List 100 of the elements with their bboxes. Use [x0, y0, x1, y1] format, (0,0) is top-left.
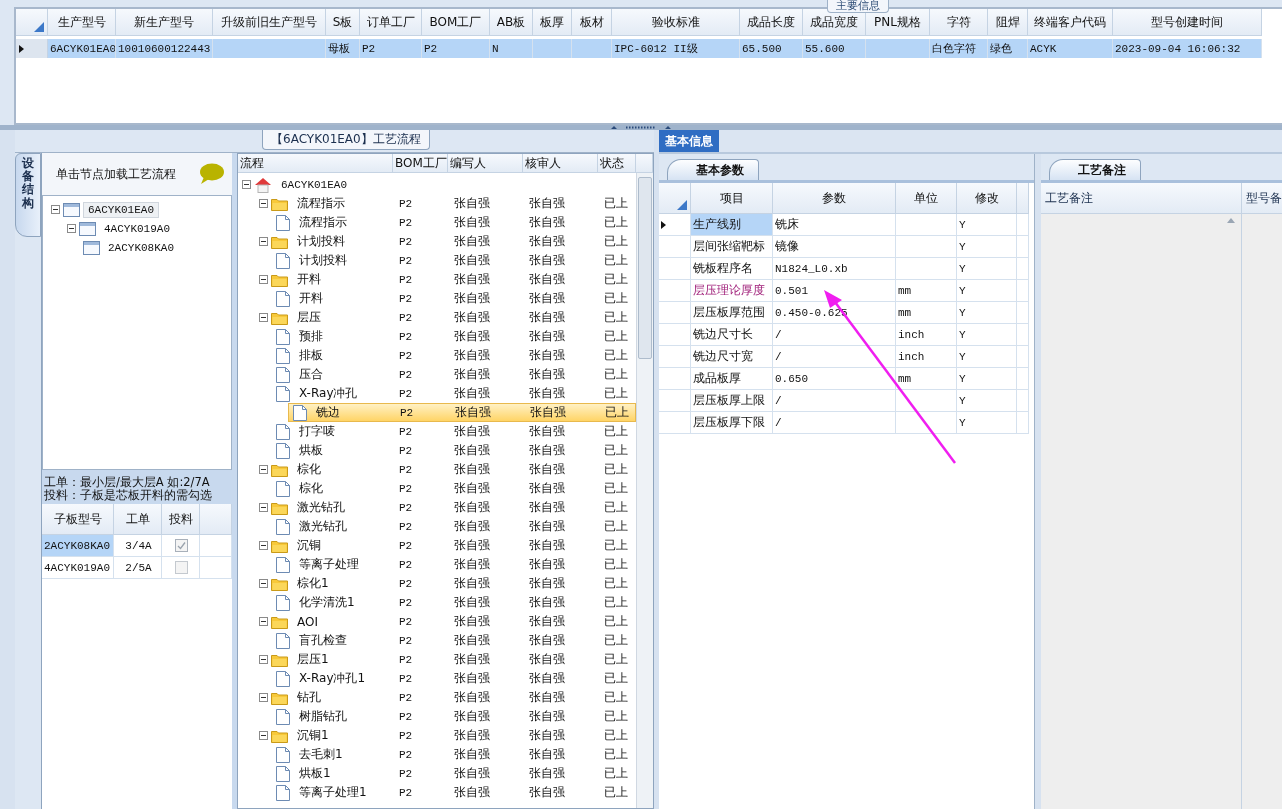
tree-node[interactable]: 4ACYK019A0 — [99, 220, 175, 237]
collapse-icon[interactable] — [259, 731, 268, 740]
column-header[interactable]: 字符 — [930, 9, 988, 36]
tree-row[interactable]: 6ACYK01EA0 — [238, 175, 636, 194]
document-icon — [276, 385, 290, 402]
tree-row[interactable]: 化学清洗1 P2 张自强 张自强 已上 — [238, 593, 636, 612]
collapse-icon[interactable] — [51, 205, 60, 214]
status-text: 已上 — [603, 499, 629, 516]
column-header[interactable]: 成品长度 — [740, 9, 803, 36]
tree-row[interactable]: 沉铜 P2 张自强 张自强 已上 — [238, 536, 636, 555]
scrollbar[interactable] — [636, 173, 653, 808]
tree-row[interactable]: 开料 P2 张自强 张自强 已上 — [238, 289, 636, 308]
collapse-icon[interactable] — [259, 465, 268, 474]
tree-row[interactable]: 等离子处理 P2 张自强 张自强 已上 — [238, 555, 636, 574]
tree-row[interactable]: 烘板1 P2 张自强 张自强 已上 — [238, 764, 636, 783]
tree-row[interactable]: 激光钻孔 P2 张自强 张自强 已上 — [238, 498, 636, 517]
tree-row[interactable]: 流程指示 P2 张自强 张自强 已上 — [238, 213, 636, 232]
side-tab[interactable]: 设备结构 — [15, 153, 41, 237]
column-header[interactable]: 编写人 — [448, 154, 523, 173]
tree-row[interactable]: X-Ray冲孔 P2 张自强 张自强 已上 — [238, 384, 636, 403]
tree-row[interactable]: X-Ray冲孔1 P2 张自强 张自强 已上 — [238, 669, 636, 688]
tree-node[interactable]: 6ACYK01EA0 — [83, 201, 159, 218]
tree-row[interactable]: 排板 P2 张自强 张自强 已上 — [238, 346, 636, 365]
tree-row[interactable]: 钻孔 P2 张自强 张自强 已上 — [238, 688, 636, 707]
column-header[interactable]: 板材 — [572, 9, 612, 36]
column-header[interactable]: 项目 — [691, 183, 773, 214]
column-header[interactable]: 验收标准 — [612, 9, 740, 36]
tree-row[interactable]: 棕化1 P2 张自强 张自强 已上 — [238, 574, 636, 593]
column-header[interactable]: AB板 — [490, 9, 533, 36]
tree-row[interactable]: 压合 P2 张自强 张自强 已上 — [238, 365, 636, 384]
column-header[interactable]: 订单工厂 — [360, 9, 422, 36]
column-header[interactable]: 工单 — [114, 504, 162, 535]
tree-row[interactable]: 开料 P2 张自强 张自强 已上 — [238, 270, 636, 289]
tab[interactable]: 基本参数 — [667, 159, 759, 180]
tree-row[interactable]: 打字唛 P2 张自强 张自强 已上 — [238, 422, 636, 441]
collapse-icon[interactable] — [259, 655, 268, 664]
tree-row[interactable]: 沉铜1 P2 张自强 张自强 已上 — [238, 726, 636, 745]
collapse-icon[interactable] — [67, 224, 76, 233]
tree-row[interactable]: 层压1 P2 张自强 张自强 已上 — [238, 650, 636, 669]
status-text: 已上 — [603, 765, 629, 782]
tree-row[interactable]: 盲孔检查 P2 张自强 张自强 已上 — [238, 631, 636, 650]
tree-row[interactable]: AOI P2 张自强 张自强 已上 — [238, 612, 636, 631]
collapse-icon[interactable] — [259, 693, 268, 702]
column-header[interactable]: 生产型号 — [48, 9, 116, 36]
column-header[interactable]: 修改 — [957, 183, 1017, 214]
collapse-icon[interactable] — [259, 199, 268, 208]
folder-icon — [271, 462, 288, 477]
collapse-icon[interactable] — [259, 617, 268, 626]
column-header[interactable]: 核审人 — [523, 154, 598, 173]
tree-row[interactable]: 激光钻孔 P2 张自强 张自强 已上 — [238, 517, 636, 536]
column-header[interactable]: 板厚 — [533, 9, 572, 36]
column-header[interactable]: 终端客户代码 — [1028, 9, 1113, 36]
collapse-icon[interactable] — [259, 541, 268, 550]
splitter-grip-icon[interactable] — [611, 125, 671, 130]
tree-row[interactable]: 树脂钻孔 P2 张自强 张自强 已上 — [238, 707, 636, 726]
bom-factory: P2 — [398, 672, 414, 685]
tree-row[interactable]: 棕化 P2 张自强 张自强 已上 — [238, 479, 636, 498]
tree-row[interactable]: 去毛刺1 P2 张自强 张自强 已上 — [238, 745, 636, 764]
column-header[interactable]: BOM工厂 — [393, 154, 448, 173]
tree-row[interactable]: 计划投料 P2 张自强 张自强 已上 — [238, 232, 636, 251]
status-text: 已上 — [603, 480, 629, 497]
tree-row[interactable]: 层压 P2 张自强 张自强 已上 — [238, 308, 636, 327]
collapse-icon[interactable] — [242, 180, 251, 189]
tree-node[interactable]: 2ACYK08KA0 — [103, 239, 179, 256]
column-header[interactable]: 状态 — [598, 154, 636, 173]
tree-row[interactable]: 计划投料 P2 张自强 张自强 已上 — [238, 251, 636, 270]
folder-icon — [271, 652, 288, 667]
tree-row[interactable]: 棕化 P2 张自强 张自强 已上 — [238, 460, 636, 479]
reviewer-name: 张自强 — [528, 233, 566, 250]
column-header[interactable]: 型号创建时间 — [1113, 9, 1262, 36]
collapse-icon[interactable] — [259, 503, 268, 512]
collapse-icon[interactable] — [259, 579, 268, 588]
column-header[interactable]: S板 — [326, 9, 360, 36]
column-header[interactable]: 升级前旧生产型号 — [213, 9, 326, 36]
column-header[interactable]: 流程 — [238, 154, 393, 173]
collapse-icon[interactable] — [259, 275, 268, 284]
column-header[interactable]: 子板型号 — [42, 504, 114, 535]
column-header[interactable]: 单位 — [896, 183, 957, 214]
table-cell — [866, 39, 930, 58]
column-header[interactable]: 参数 — [773, 183, 896, 214]
column-header[interactable]: 新生产型号 — [116, 9, 213, 36]
tab[interactable]: 基本信息 — [659, 130, 719, 152]
row-header[interactable] — [659, 214, 691, 236]
tab[interactable]: 工艺备注 — [1049, 159, 1141, 180]
column-header[interactable]: 投料 — [162, 504, 200, 535]
column-header[interactable]: 工艺备注 — [1041, 183, 1241, 214]
collapse-icon[interactable] — [259, 237, 268, 246]
column-header[interactable]: 阻焊 — [988, 9, 1028, 36]
tree-row[interactable]: 预排 P2 张自强 张自强 已上 — [238, 327, 636, 346]
row-header[interactable] — [16, 39, 48, 58]
checkbox[interactable] — [175, 539, 188, 552]
column-header[interactable]: BOM工厂 — [422, 9, 490, 36]
column-header[interactable]: 型号备 — [1242, 183, 1282, 214]
status-text: 已上 — [603, 442, 629, 459]
collapse-icon[interactable] — [259, 313, 268, 322]
tree-row[interactable]: 铣边 P2 张自强 张自强 已上 — [288, 403, 636, 422]
tree-row[interactable]: 等离子处理1 P2 张自强 张自强 已上 — [238, 783, 636, 802]
tree-row[interactable]: 烘板 P2 张自强 张自强 已上 — [238, 441, 636, 460]
tree-row[interactable]: 流程指示 P2 张自强 张自强 已上 — [238, 194, 636, 213]
checkbox[interactable] — [175, 561, 188, 574]
